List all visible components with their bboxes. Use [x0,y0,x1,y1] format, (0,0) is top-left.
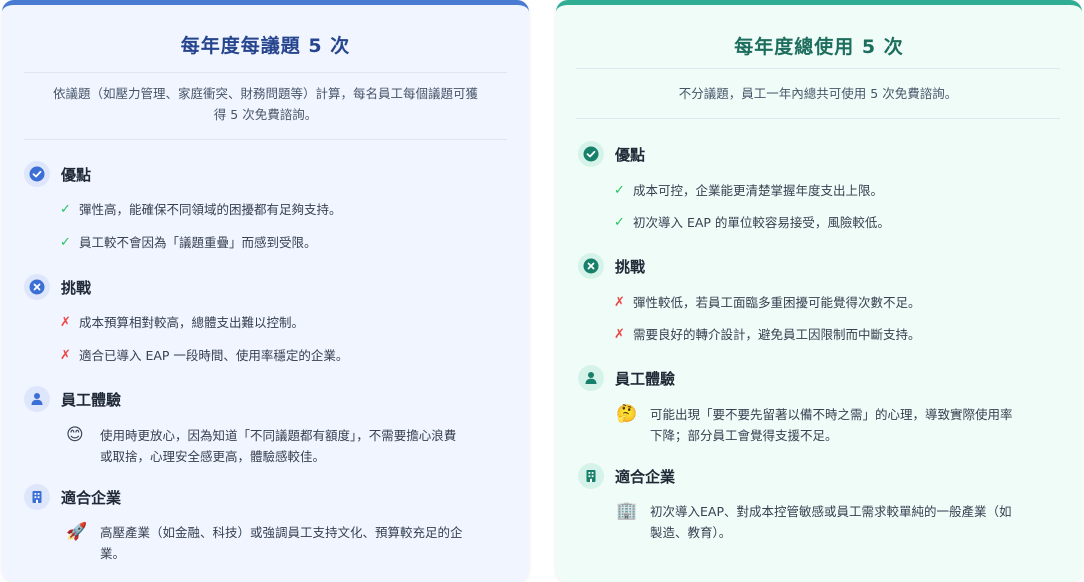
section-employee-experience: 員工體驗 [578,365,676,391]
section-challenges: 挑戰 [578,253,646,279]
building-icon [578,463,604,489]
card-title: 每年度每議題 5 次 [180,35,351,57]
list-item: 😊 使用時更放心，因為知道「不同議題都有額度」，不需要擔心浪費 或取捨，心理安全… [66,425,457,464]
card-total-usage: 每年度總使用 5 次 不分議題，員工一年內總共可使用 5 次免費諮詢。 優點 ✓… [556,0,1082,582]
section-pros: 優點 [578,141,646,167]
rocket-emoji-icon: 🚀 [66,522,88,542]
section-title: 優點 [615,145,646,164]
check-mark-icon: ✓ [614,183,625,198]
section-title: 挑戰 [61,278,92,297]
divider [576,118,1060,119]
user-icon [24,386,50,412]
section-title: 適合企業 [61,488,122,507]
section-title: 挑戰 [615,257,646,276]
x-circle-icon [24,274,50,300]
cross-mark-icon: ✗ [614,295,625,310]
check-mark-icon: ✓ [60,202,71,217]
list-item: 🏢 初次導入EAP、對成本控管敏感或員工需求較單純的一般產業（如 製造、教育）。 [616,501,1012,540]
divider [576,68,1060,69]
section-challenges: 挑戰 [24,274,92,300]
section-suitable-companies: 適合企業 [578,463,676,489]
card-per-topic: 每年度每議題 5 次 依議題（如壓力管理、家庭衝突、財務問題等）計算，每名員工每… [2,0,529,582]
list-item: ✓ 員工較不會因為「議題重疊」而感到受限。 [60,232,500,253]
list-item: 🤔 可能出現「要不要先留著以備不時之需」的心理，導致實際使用率 下降；部分員工會… [616,404,1013,443]
list-item: ✗ 需要良好的轉介設計，避免員工因限制而中斷支持。 [614,324,1054,345]
list-item: ✓ 初次導入 EAP 的單位較容易接受，風險較低。 [614,212,1054,233]
office-building-emoji-icon: 🏢 [616,501,638,521]
list-item: ✗ 適合已導入 EAP 一段時間、使用率穩定的企業。 [60,345,500,366]
smile-emoji-icon: 😊 [66,425,84,445]
list-item: ✓ 彈性高，能確保不同領域的困擾都有足夠支持。 [60,199,500,220]
section-title: 適合企業 [615,467,676,486]
section-title: 員工體驗 [615,369,676,388]
list-item: ✓ 成本可控，企業能更清楚掌握年度支出上限。 [614,180,1054,201]
x-circle-icon [578,253,604,279]
section-title: 優點 [61,165,92,184]
building-icon [24,484,50,510]
section-title: 員工體驗 [61,390,122,409]
cross-mark-icon: ✗ [60,315,71,330]
card-title: 每年度總使用 5 次 [734,36,904,58]
list-item: ✗ 成本預算相對較高，總體支出難以控制。 [60,312,500,333]
cross-mark-icon: ✗ [614,327,625,342]
list-item: 🚀 高壓產業（如金融、科技）或強調員工支持文化、預算較充足的企 業。 [66,522,463,561]
section-pros: 優點 [24,161,92,187]
cross-mark-icon: ✗ [60,348,71,363]
divider [24,139,507,140]
check-circle-icon [578,141,604,167]
thinking-emoji-icon: 🤔 [616,404,638,424]
check-mark-icon: ✓ [614,215,625,230]
card-description: 不分議題，員工一年內總共可使用 5 次免費諮詢。 [678,86,958,101]
user-icon [578,365,604,391]
card-description: 依議題（如壓力管理、家庭衝突、財務問題等）計算，每名員工每個議題可獲 得 5 次… [52,86,478,122]
list-item: ✗ 彈性較低，若員工面臨多重困擾可能覺得次數不足。 [614,292,1054,313]
check-circle-icon [24,161,50,187]
divider [24,72,507,73]
check-mark-icon: ✓ [60,235,71,250]
section-employee-experience: 員工體驗 [24,386,122,412]
section-suitable-companies: 適合企業 [24,484,122,510]
